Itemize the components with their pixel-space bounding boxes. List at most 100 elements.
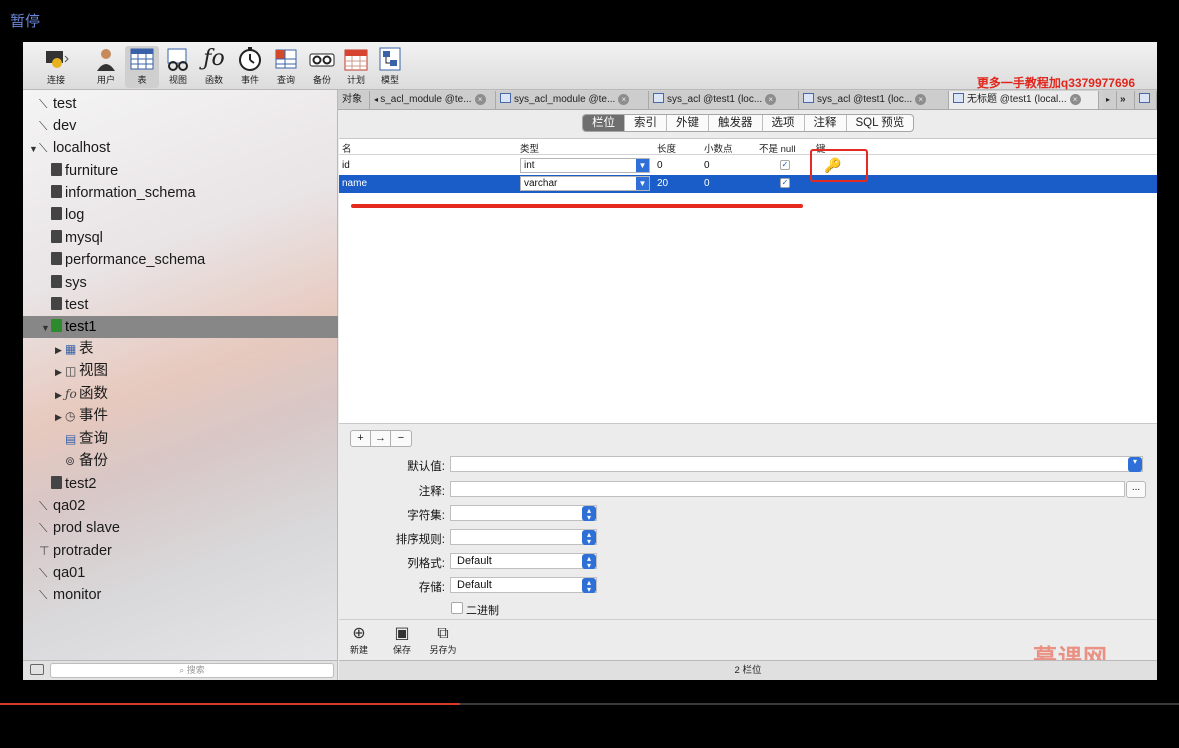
chevron-updown-icon[interactable]: ▴ ▾ — [582, 578, 596, 594]
chevron-updown-icon[interactable]: ▴ ▾ — [582, 530, 596, 546]
field-name[interactable]: id — [342, 160, 350, 171]
chevron-right-icon[interactable]: ▶ — [55, 339, 65, 361]
chevron-down-icon[interactable]: ▼ — [636, 177, 649, 190]
chevron-updown-icon[interactable]: ▴ ▾ — [582, 554, 596, 570]
close-icon[interactable]: × — [474, 94, 486, 105]
tree-db-furniture[interactable]: furniture — [23, 160, 338, 182]
tab-triggers[interactable]: 触发器 — [709, 115, 763, 131]
tree-db-test[interactable]: test — [23, 294, 338, 316]
tree-db-performance-schema[interactable]: performance_schema — [23, 249, 338, 271]
tab-foreign-keys[interactable]: 外键 — [667, 115, 709, 131]
field-type-combo[interactable]: int ▼ — [520, 158, 650, 173]
tab-sys-acl-1[interactable]: sys_acl @test1 (loc... × — [649, 91, 799, 109]
field-length[interactable]: 0 — [657, 160, 663, 171]
field-decimals[interactable]: 0 — [704, 160, 710, 171]
field-name[interactable]: name — [342, 178, 367, 189]
chevron-down-icon[interactable]: ▼ — [29, 138, 39, 160]
tab-new-query[interactable] — [1135, 91, 1157, 109]
toolbar-view-button[interactable]: 视图 — [161, 46, 195, 88]
tab-overflow[interactable]: » — [1117, 91, 1135, 109]
pause-label[interactable]: 暂停 — [10, 10, 40, 31]
tree-connection-protrader[interactable]: ⊤ protrader — [23, 540, 338, 562]
tree-db-information-schema[interactable]: information_schema — [23, 182, 338, 204]
tree-db-test1[interactable]: ▼ test1 — [23, 316, 338, 338]
save-button[interactable]: ▣ 保存 — [387, 624, 417, 656]
tree-group-tables[interactable]: ▶ ▦ 表 — [23, 338, 338, 360]
view-icon: ◫ — [65, 364, 77, 378]
field-type-combo[interactable]: varchar ▼ — [520, 176, 650, 191]
tree-connection-qa02[interactable]: ⟍ qa02 — [23, 495, 338, 517]
toolbar-function-button[interactable]: ƒo 函数 — [197, 46, 231, 88]
query-icon: ▤ — [65, 432, 77, 446]
tree-db-mysql[interactable]: mysql — [23, 227, 338, 249]
tree-group-functions[interactable]: ▶ ƒo 函数 — [23, 383, 338, 405]
tab-sql-preview[interactable]: SQL 预览 — [847, 115, 914, 131]
tree-db-sys[interactable]: sys — [23, 272, 338, 294]
new-button[interactable]: ⊕ 新建 — [344, 624, 374, 656]
toolbar-backup-button[interactable]: 备份 — [305, 46, 339, 88]
sidebar-toggle-icon[interactable] — [30, 664, 44, 675]
tree-connection-prod-slave[interactable]: ⟍ prod slave — [23, 517, 338, 539]
toolbar-event-button[interactable]: 事件 — [233, 46, 267, 88]
tree-connection-monitor[interactable]: ⟍ monitor — [23, 584, 338, 606]
binary-checkbox[interactable] — [451, 602, 463, 614]
tab-options[interactable]: 选项 — [763, 115, 805, 131]
save-as-button[interactable]: ⧉ 另存为 — [428, 624, 458, 656]
toolbar-schedule-button[interactable]: 计划 — [339, 46, 373, 88]
close-icon[interactable]: × — [915, 94, 927, 105]
chevron-down-icon[interactable]: ▼ — [41, 317, 51, 339]
not-null-checkbox[interactable]: ✓ — [780, 178, 790, 188]
tab-indexes[interactable]: 索引 — [625, 115, 667, 131]
tab-comment[interactable]: 注释 — [805, 115, 847, 131]
comment-expand-button[interactable]: ... — [1126, 481, 1146, 498]
close-icon[interactable]: × — [765, 94, 777, 105]
not-null-checkbox[interactable]: ✓ — [780, 160, 790, 170]
chevron-right-icon[interactable]: ▶ — [55, 406, 65, 428]
column-format-select[interactable]: Default ▴ ▾ — [450, 553, 597, 570]
charset-select[interactable]: ▴ ▾ — [450, 505, 597, 522]
toolbar-connection-button[interactable]: 连接 — [39, 46, 73, 88]
tree-connection-localhost[interactable]: ▼⟍ localhost — [23, 137, 338, 159]
tree-connection-qa01[interactable]: ⟍ qa01 — [23, 562, 338, 584]
tab-scroll-right[interactable]: ▸ — [1103, 91, 1117, 109]
add-field-button[interactable]: + — [351, 431, 371, 446]
comment-input[interactable]: ... — [450, 481, 1146, 498]
tree-db-log[interactable]: log — [23, 204, 338, 226]
chevron-down-icon[interactable]: ▾ — [1128, 457, 1142, 472]
tree-db-test2[interactable]: test2 — [23, 473, 338, 495]
table-row[interactable]: id int ▼ 0 0 ✓ 🔑 — [339, 157, 1157, 175]
close-icon[interactable]: × — [618, 94, 630, 105]
chevron-right-icon[interactable]: ▶ — [55, 384, 65, 406]
storage-select[interactable]: Default ▴ ▾ — [450, 577, 597, 594]
tab-untitled-active[interactable]: 无标题 @test1 (local... × — [949, 91, 1099, 109]
tree-connection-test[interactable]: ⟍ test — [23, 93, 338, 115]
sidebar-search-input[interactable]: ⌕ 搜索 — [50, 663, 334, 678]
tab-objects[interactable]: 对象 — [338, 91, 370, 109]
close-icon[interactable]: × — [1069, 94, 1081, 105]
chevron-down-icon[interactable]: ▼ — [636, 159, 649, 172]
table-row-selected[interactable]: name varchar ▼ 20 0 ✓ — [339, 175, 1157, 193]
tab-sys-acl-module-1[interactable]: ◂ s_acl_module @te... × — [370, 91, 496, 109]
chevron-updown-icon[interactable]: ▴ ▾ — [582, 506, 596, 522]
insert-field-button[interactable]: → — [371, 431, 391, 446]
tree-group-backups[interactable]: ⊚ 备份 — [23, 450, 338, 472]
tree-connection-dev[interactable]: ⟍ dev — [23, 115, 338, 137]
toolbar-model-button[interactable]: 模型 — [373, 46, 407, 88]
collation-select[interactable]: ▴ ▾ — [450, 529, 597, 546]
chevron-right-icon[interactable]: ▶ — [55, 361, 65, 383]
toolbar-user-button[interactable]: 用户 — [89, 46, 123, 88]
toolbar-query-button[interactable]: 查询 — [269, 46, 303, 88]
tab-fields[interactable]: 栏位 — [583, 115, 625, 131]
tab-label: sys_acl @test1 (loc... — [817, 94, 913, 105]
field-length[interactable]: 20 — [657, 178, 668, 189]
default-value-combo[interactable]: ▾ — [450, 456, 1143, 472]
toolbar-table-button[interactable]: 表 — [125, 46, 159, 88]
tree-group-queries[interactable]: ▤ 查询 — [23, 428, 338, 450]
tab-sys-acl-module-2[interactable]: sys_acl_module @te... × — [496, 91, 649, 109]
tree-group-views[interactable]: ▶ ◫ 视图 — [23, 360, 338, 382]
tree-group-events[interactable]: ▶ ◷ 事件 — [23, 405, 338, 427]
remove-field-button[interactable]: − — [391, 431, 411, 446]
video-progress-bar[interactable] — [0, 703, 1179, 705]
tab-sys-acl-2[interactable]: sys_acl @test1 (loc... × — [799, 91, 949, 109]
field-decimals[interactable]: 0 — [704, 178, 710, 189]
